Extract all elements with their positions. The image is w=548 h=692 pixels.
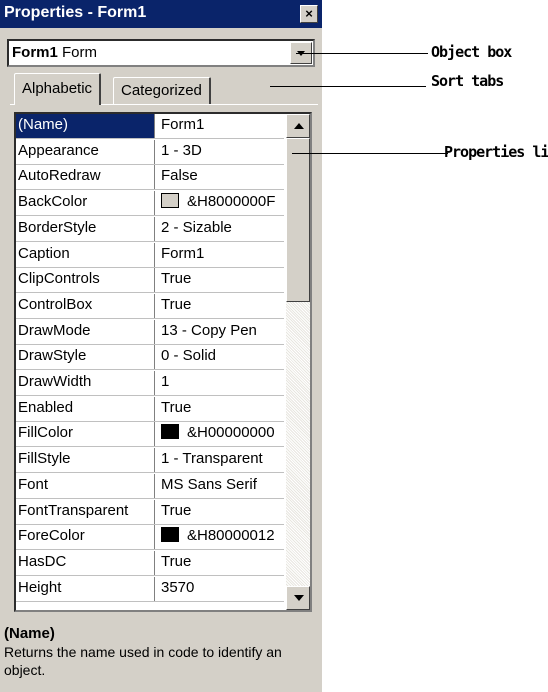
property-name[interactable]: ForeColor xyxy=(16,525,155,549)
callout-sort-tabs: Sort tabs xyxy=(431,72,504,90)
property-name[interactable]: BorderStyle xyxy=(16,217,155,241)
property-row[interactable]: FontTransparent True xyxy=(16,500,284,525)
property-value[interactable]: False xyxy=(156,165,284,189)
scroll-down-button[interactable] xyxy=(286,586,310,610)
property-row[interactable]: DrawMode 13 - Copy Pen xyxy=(16,320,284,345)
property-value[interactable]: 3570 xyxy=(156,577,284,601)
property-name[interactable]: Height xyxy=(16,577,155,601)
property-value-text: &H8000000F xyxy=(187,193,276,210)
property-name[interactable]: (Name) xyxy=(16,114,155,138)
property-value[interactable]: 1 - Transparent xyxy=(156,448,284,472)
property-row[interactable]: Height 3570 xyxy=(16,577,284,602)
color-swatch xyxy=(161,193,179,208)
property-row[interactable]: AutoRedraw False xyxy=(16,165,284,190)
property-value[interactable]: &H00000000 xyxy=(156,422,284,446)
property-row[interactable]: ForeColor &H80000012 xyxy=(16,525,284,550)
property-row[interactable]: (Name) Form1 xyxy=(16,114,284,139)
property-row[interactable]: HasDC True xyxy=(16,551,284,576)
property-name[interactable]: Caption xyxy=(16,243,155,267)
property-value-text: &H80000012 xyxy=(187,527,275,544)
property-value-text: &H00000000 xyxy=(187,424,275,441)
property-row[interactable]: FillColor &H00000000 xyxy=(16,422,284,447)
property-value[interactable]: MS Sans Serif xyxy=(156,474,284,498)
property-name[interactable]: FillColor xyxy=(16,422,155,446)
description-pane: (Name) Returns the name used in code to … xyxy=(0,623,322,692)
property-name[interactable]: BackColor xyxy=(16,191,155,215)
property-value[interactable]: 0 - Solid xyxy=(156,345,284,369)
property-name[interactable]: ControlBox xyxy=(16,294,155,318)
property-value[interactable]: 13 - Copy Pen xyxy=(156,320,284,344)
property-row[interactable]: FillStyle 1 - Transparent xyxy=(16,448,284,473)
property-value[interactable]: 1 xyxy=(156,371,284,395)
color-swatch xyxy=(161,424,179,439)
callout-line-sort-tabs xyxy=(270,86,426,87)
property-name[interactable]: DrawStyle xyxy=(16,345,155,369)
description-title: (Name) xyxy=(4,625,55,642)
property-value[interactable]: True xyxy=(156,268,284,292)
property-name[interactable]: ClipControls xyxy=(16,268,155,292)
tab-alphabetic[interactable]: Alphabetic xyxy=(14,73,102,105)
close-icon: × xyxy=(305,6,313,21)
property-row[interactable]: Appearance 1 - 3D xyxy=(16,140,284,165)
property-row[interactable]: Font MS Sans Serif xyxy=(16,474,284,499)
property-row[interactable]: BackColor &H8000000F xyxy=(16,191,284,216)
description-text: Returns the name used in code to identif… xyxy=(4,644,282,678)
property-row[interactable]: Enabled True xyxy=(16,397,284,422)
vertical-scrollbar[interactable] xyxy=(286,114,310,610)
property-row[interactable]: ControlBox True xyxy=(16,294,284,319)
property-name[interactable]: DrawWidth xyxy=(16,371,155,395)
title-bar[interactable]: Properties - Form1 × xyxy=(0,0,322,28)
property-name[interactable]: FontTransparent xyxy=(16,500,155,524)
object-type: Form xyxy=(62,44,98,61)
property-value[interactable]: Form1 xyxy=(156,243,284,267)
property-name[interactable]: FillStyle xyxy=(16,448,155,472)
window-title: Properties - Form1 xyxy=(4,4,147,21)
property-value[interactable]: &H8000000F xyxy=(156,191,284,215)
object-box[interactable]: Form1 Form xyxy=(7,39,315,67)
object-name: Form1 xyxy=(12,44,58,61)
callout-object-box: Object box xyxy=(431,43,512,61)
property-value[interactable]: True xyxy=(156,551,284,575)
color-swatch xyxy=(161,527,179,542)
property-name[interactable]: Font xyxy=(16,474,155,498)
properties-list[interactable]: (Name) Form1 Appearance 1 - 3D AutoRedraw Fal… xyxy=(14,112,312,612)
callout-properties-list: Properties list xyxy=(444,143,548,161)
callout-line-object-box xyxy=(296,53,428,54)
callout-line-properties-list xyxy=(292,153,448,154)
property-name[interactable]: HasDC xyxy=(16,551,155,575)
property-value[interactable]: True xyxy=(156,500,284,524)
property-name[interactable]: Enabled xyxy=(16,397,155,421)
property-value[interactable]: 1 - 3D xyxy=(156,140,284,164)
tab-categorized[interactable]: Categorized xyxy=(113,77,211,104)
property-row[interactable]: DrawWidth 1 xyxy=(16,371,284,396)
close-button[interactable]: × xyxy=(300,5,318,23)
property-name[interactable]: Appearance xyxy=(16,140,155,164)
property-value[interactable]: Form1 xyxy=(156,114,284,138)
property-value[interactable]: 2 - Sizable xyxy=(156,217,284,241)
property-row[interactable]: BorderStyle 2 - Sizable xyxy=(16,217,284,242)
property-row[interactable]: ClipControls True xyxy=(16,268,284,293)
property-value[interactable]: True xyxy=(156,294,284,318)
property-row[interactable]: DrawStyle 0 - Solid xyxy=(16,345,284,370)
scroll-thumb[interactable] xyxy=(286,138,310,302)
property-name[interactable]: DrawMode xyxy=(16,320,155,344)
property-row[interactable]: Caption Form1 xyxy=(16,243,284,268)
properties-window: Properties - Form1 × Form1 Form Alphabet… xyxy=(0,0,322,692)
property-value[interactable]: True xyxy=(156,397,284,421)
object-selector-value: Form1 Form xyxy=(12,44,97,61)
property-name[interactable]: AutoRedraw xyxy=(16,165,155,189)
scroll-up-button[interactable] xyxy=(286,114,310,138)
property-value[interactable]: &H80000012 xyxy=(156,525,284,549)
